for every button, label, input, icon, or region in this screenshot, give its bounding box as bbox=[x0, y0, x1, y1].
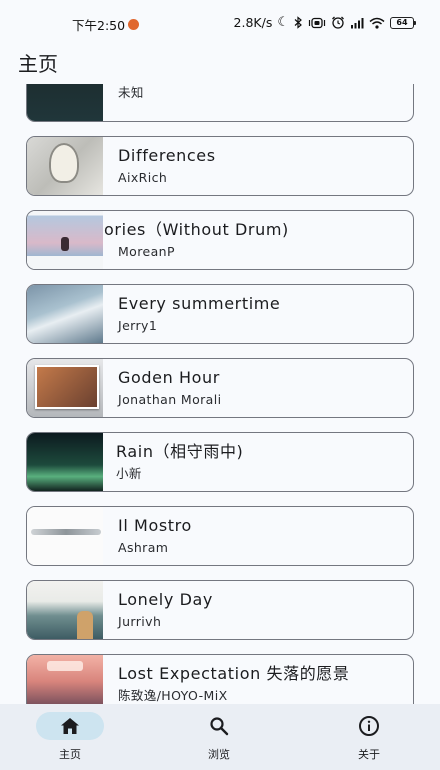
song-title: Goden Hour bbox=[118, 368, 220, 387]
nav-pill bbox=[185, 712, 253, 740]
song-artist: MoreanP bbox=[118, 244, 175, 259]
status-time: 下午2:50 bbox=[72, 18, 126, 33]
song-title: Rain（相守雨中) bbox=[116, 442, 244, 461]
nav-active-indicator bbox=[36, 712, 104, 740]
song-info: Lost Expectation 失落的愿景 陈致逸/HOYO-MiX bbox=[103, 655, 413, 704]
nav-label-about: 关于 bbox=[358, 748, 380, 761]
song-artist: 陈致逸/HOYO-MiX bbox=[118, 688, 228, 703]
notification-icon bbox=[128, 19, 140, 30]
song-artist: 小新 bbox=[116, 466, 142, 481]
song-info: Rain（相守雨中) 小新 bbox=[103, 433, 413, 491]
nav-pill bbox=[335, 712, 403, 740]
song-card[interactable]: Differences AixRich bbox=[26, 136, 414, 196]
status-right: 2.8K/s ☾ 64 bbox=[233, 15, 416, 30]
song-card[interactable]: Lost Expectation 失落的愿景 陈致逸/HOYO-MiX bbox=[26, 654, 414, 704]
song-card[interactable]: Rain（相守雨中) 小新 bbox=[26, 432, 414, 492]
song-info: Il Mostro Ashram bbox=[103, 507, 413, 565]
song-list[interactable]: 未知 Differences AixRich ories（Without Dru… bbox=[0, 84, 440, 704]
song-title: Differences bbox=[118, 146, 216, 165]
song-card[interactable]: Il Mostro Ashram bbox=[26, 506, 414, 566]
album-art bbox=[27, 581, 103, 639]
song-card[interactable]: Every summertime Jerry1 bbox=[26, 284, 414, 344]
song-info: Every summertime Jerry1 bbox=[103, 285, 413, 343]
song-list-inner: 未知 Differences AixRich ories（Without Dru… bbox=[26, 84, 414, 704]
battery-icon: 64 bbox=[390, 16, 416, 29]
song-info: 未知 bbox=[103, 84, 413, 121]
song-info: Goden Hour Jonathan Morali bbox=[103, 359, 413, 417]
bottom-nav: 主页 浏览 关于 bbox=[0, 704, 440, 770]
wifi-icon bbox=[369, 17, 385, 29]
album-art bbox=[27, 359, 103, 417]
search-icon bbox=[209, 716, 229, 736]
album-art bbox=[27, 433, 103, 491]
song-artist: Jurrivh bbox=[118, 614, 162, 629]
nav-label-home: 主页 bbox=[59, 748, 81, 761]
song-title: Lonely Day bbox=[118, 590, 213, 609]
bluetooth-icon bbox=[294, 16, 303, 29]
status-left: 下午2:50 bbox=[72, 15, 140, 34]
song-card[interactable]: ories（Without Drum) MoreanP bbox=[26, 210, 414, 270]
page-title: 主页 bbox=[18, 52, 58, 76]
status-bar: 下午2:50 2.8K/s ☾ 64 bbox=[0, 0, 440, 40]
vibrate-icon bbox=[308, 17, 326, 29]
song-card[interactable]: Goden Hour Jonathan Morali bbox=[26, 358, 414, 418]
song-info: ories（Without Drum) MoreanP bbox=[103, 211, 413, 269]
nav-item-browse[interactable]: 浏览 bbox=[179, 712, 259, 762]
song-card[interactable]: 未知 bbox=[26, 84, 414, 122]
song-artist: 未知 bbox=[118, 85, 144, 100]
nav-item-home[interactable]: 主页 bbox=[30, 712, 110, 762]
moon-icon: ☾ bbox=[277, 15, 289, 30]
album-art bbox=[27, 507, 103, 565]
album-art bbox=[27, 285, 103, 343]
song-title: Il Mostro bbox=[118, 516, 192, 535]
song-card[interactable]: Lonely Day Jurrivh bbox=[26, 580, 414, 640]
song-artist: AixRich bbox=[118, 170, 168, 185]
song-info: Differences AixRich bbox=[103, 137, 413, 195]
alarm-icon bbox=[331, 16, 345, 29]
song-title: Every summertime bbox=[118, 294, 281, 313]
nav-label-browse: 浏览 bbox=[208, 748, 230, 761]
nav-item-about[interactable]: 关于 bbox=[329, 712, 409, 762]
album-art bbox=[27, 84, 103, 121]
song-artist: Ashram bbox=[118, 540, 169, 555]
info-icon bbox=[358, 715, 380, 737]
song-title: ories（Without Drum) bbox=[104, 220, 289, 239]
song-artist: Jonathan Morali bbox=[118, 392, 222, 407]
song-info: Lonely Day Jurrivh bbox=[103, 581, 413, 639]
album-art bbox=[27, 211, 103, 269]
song-title: Lost Expectation 失落的愿景 bbox=[118, 664, 350, 683]
album-art bbox=[27, 137, 103, 195]
signal-icon bbox=[350, 17, 364, 29]
song-artist: Jerry1 bbox=[118, 318, 158, 333]
home-icon bbox=[60, 717, 80, 735]
network-speed: 2.8K/s bbox=[233, 15, 273, 30]
album-art bbox=[27, 655, 103, 704]
